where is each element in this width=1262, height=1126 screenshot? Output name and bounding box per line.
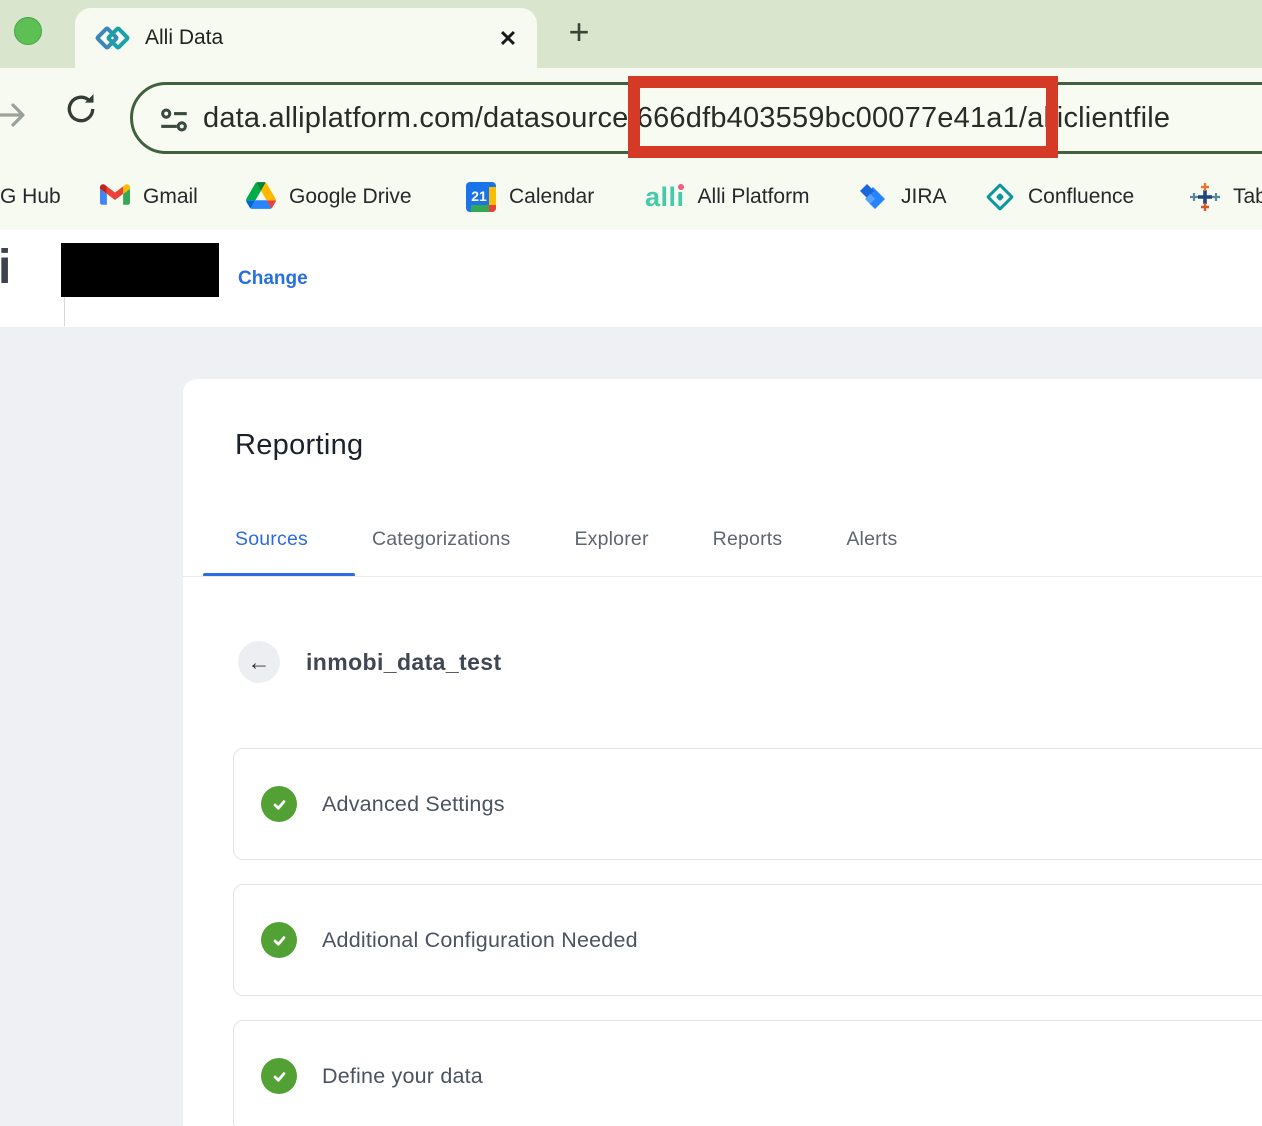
tab-explorer[interactable]: Explorer xyxy=(574,528,648,551)
check-complete-icon xyxy=(261,786,297,822)
check-complete-icon xyxy=(261,1058,297,1094)
site-settings-icon[interactable] xyxy=(157,103,191,142)
bookmark-jira[interactable]: JIRA xyxy=(858,163,947,230)
bookmark-label: JIRA xyxy=(901,185,947,209)
browser-tab[interactable]: Alli Data ✕ xyxy=(75,8,537,68)
gmail-icon xyxy=(100,182,130,212)
bookmark-g-hub[interactable]: G Hub xyxy=(0,163,61,230)
step-label: Advanced Settings xyxy=(322,792,505,817)
tab-reports[interactable]: Reports xyxy=(713,528,783,551)
browser-window: Alli Data ✕ + data.allip xyxy=(0,0,1262,1126)
redacted-client-name xyxy=(61,243,219,297)
google-drive-icon xyxy=(246,182,276,212)
bookmark-confluence[interactable]: Confluence xyxy=(985,163,1134,230)
tab-sources[interactable]: Sources xyxy=(235,528,308,551)
step-define-your-data[interactable]: Define your data xyxy=(233,1020,1262,1126)
bookmark-label: Calendar xyxy=(509,185,594,209)
step-label: Additional Configuration Needed xyxy=(322,928,638,953)
main-content: Reporting Sources Categorizations Explor… xyxy=(0,327,1262,1126)
change-client-link[interactable]: Change xyxy=(238,268,308,290)
check-complete-icon xyxy=(261,922,297,958)
bookmark-alli-platform[interactable]: allı Alli Platform xyxy=(645,163,810,230)
page-title: Reporting xyxy=(235,429,363,462)
forward-button[interactable] xyxy=(0,98,30,137)
bookmark-label: G Hub xyxy=(0,185,61,209)
step-advanced-settings[interactable]: Advanced Settings xyxy=(233,748,1262,860)
tab-close-icon[interactable]: ✕ xyxy=(491,22,525,56)
reload-button[interactable] xyxy=(62,90,100,133)
bookmark-label: Google Drive xyxy=(289,185,412,209)
back-arrow-icon: ← xyxy=(248,649,271,676)
macos-green-button[interactable] xyxy=(14,17,42,45)
google-calendar-icon: 21 xyxy=(466,182,496,212)
step-additional-configuration[interactable]: Additional Configuration Needed xyxy=(233,884,1262,996)
red-highlight-annotation xyxy=(628,76,1058,158)
bookmark-tableau[interactable]: Tableau xyxy=(1190,163,1262,230)
alli-logo-fragment: i xyxy=(0,240,11,295)
browser-toolbar: data.alliplatform.com/datasource/666dfb4… xyxy=(0,68,1262,230)
tab-categorizations[interactable]: Categorizations xyxy=(372,528,511,551)
dropdown-border-fragment xyxy=(64,297,65,326)
confluence-icon xyxy=(985,182,1015,212)
source-name: inmobi_data_test xyxy=(306,649,502,676)
step-label: Define your data xyxy=(322,1064,483,1089)
tab-alerts[interactable]: Alerts xyxy=(846,528,897,551)
bookmark-label: Confluence xyxy=(1028,185,1134,209)
alli-logo-icon: allı xyxy=(645,182,685,212)
bookmark-label: Alli Platform xyxy=(698,185,810,209)
source-header-row: ← inmobi_data_test xyxy=(238,641,502,683)
svg-text:21: 21 xyxy=(471,188,487,204)
tableau-icon xyxy=(1190,182,1220,212)
bookmark-calendar[interactable]: 21 Calendar xyxy=(466,163,594,230)
reporting-tabs: Sources Categorizations Explorer Reports… xyxy=(235,519,897,559)
alli-data-favicon-icon xyxy=(97,23,133,53)
site-header: i Change xyxy=(0,230,1262,327)
back-button[interactable]: ← xyxy=(238,641,280,683)
reporting-card: Reporting Sources Categorizations Explor… xyxy=(183,379,1262,1126)
bookmark-gmail[interactable]: Gmail xyxy=(100,163,198,230)
tab-title: Alli Data xyxy=(145,26,223,50)
bookmarks-bar: G Hub Gmail xyxy=(0,163,1262,230)
bookmark-google-drive[interactable]: Google Drive xyxy=(246,163,412,230)
bookmark-label: Tableau xyxy=(1233,185,1262,209)
bookmark-label: Gmail xyxy=(143,185,198,209)
jira-icon xyxy=(858,182,888,212)
tab-strip: Alli Data ✕ + xyxy=(0,0,1262,68)
tabs-divider xyxy=(183,576,1262,577)
new-tab-button[interactable]: + xyxy=(556,9,602,55)
